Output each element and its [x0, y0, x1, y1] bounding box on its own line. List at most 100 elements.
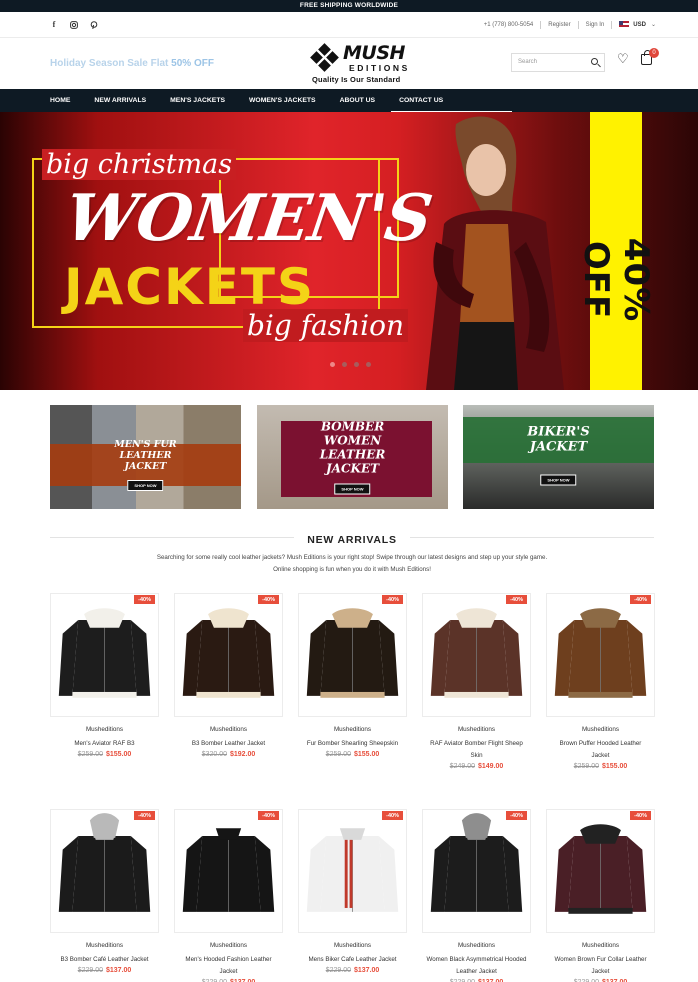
social-links: f [50, 20, 98, 29]
product-title[interactable]: Men's Hooded Fashion Leather Jacket [174, 954, 283, 978]
currency-selector[interactable]: USD ⌄ [619, 21, 656, 28]
product-jacket-image [423, 594, 530, 716]
product-image[interactable]: -40% [50, 593, 159, 717]
product-card[interactable]: -40% Musheditions Women Brown Fur Collar L… [546, 809, 655, 982]
product-title[interactable]: B3 Bomber Café Leather Jacket [50, 954, 159, 966]
pinterest-icon[interactable] [90, 20, 98, 29]
product-title[interactable]: Women Black Asymmetrical Hooded Leather … [422, 954, 531, 978]
product-card[interactable]: -40% Musheditions Fur Bomber Shearling She… [298, 593, 407, 770]
product-title[interactable]: Mens Biker Cafe Leather Jacket [298, 954, 407, 966]
discount-badge: -40% [382, 595, 403, 604]
banner-label: MEN'S FUR LEATHER JACKET SHOP NOW [98, 439, 194, 491]
sale-price: $155.00 [106, 751, 132, 758]
hero-model-image [426, 116, 564, 390]
nav-about-us[interactable]: ABOUT US [340, 89, 376, 112]
nav-new-arrivals[interactable]: NEW ARRIVALS [94, 89, 146, 112]
original-price: $259.00 [573, 763, 599, 770]
product-image[interactable]: -40% [50, 809, 159, 933]
search-icon[interactable] [591, 58, 598, 65]
currency-label: USD [633, 22, 646, 28]
product-image[interactable]: -40% [174, 593, 283, 717]
banner-bomber-women[interactable]: BOMBER WOMEN LEATHER JACKET SHOP NOW [257, 405, 448, 509]
product-vendor: Musheditions [333, 942, 372, 949]
logo-wordmark: MUSH [343, 42, 405, 64]
product-card[interactable]: -40% Musheditions Women Black Asymmetrical… [422, 809, 531, 982]
search-placeholder: Search [518, 59, 538, 65]
nav-home[interactable]: HOME [50, 89, 70, 112]
signin-link[interactable]: Sign In [586, 22, 605, 28]
shop-now-button[interactable]: SHOP NOW [127, 480, 164, 491]
product-card[interactable]: -40% Musheditions Men's Hooded Fashion Lea… [174, 809, 283, 982]
nav-mens-jackets[interactable]: MEN'S JACKETS [170, 89, 225, 112]
chevron-down-icon: ⌄ [650, 22, 656, 28]
product-card[interactable]: -40% Musheditions RAF Aviator Bomber Fligh… [422, 593, 531, 770]
slider-dot[interactable] [342, 362, 347, 367]
search-input[interactable]: Search [511, 53, 605, 72]
original-price: $229.00 [325, 967, 351, 974]
product-prices: $320.00 $192.00 [174, 751, 283, 758]
site-logo[interactable]: MUSH EDITIONS Quality Is Our Standard [309, 41, 425, 87]
product-jacket-image [51, 810, 158, 932]
product-title[interactable]: Brown Puffer Hooded Leather Jacket [546, 738, 655, 762]
divider [577, 20, 579, 29]
hero-slider[interactable]: big christmas WOMEN'S JACKETS big fashio… [0, 112, 698, 390]
phone-number[interactable]: +1 (778) 800-5054 [484, 22, 534, 28]
sale-price: $137.00 [106, 967, 132, 974]
cart-count-badge: 0 [649, 48, 659, 58]
slider-dot[interactable] [330, 362, 335, 367]
divider [540, 20, 542, 29]
promo-text: Holiday Season Sale Flat 50% OFF [50, 58, 214, 69]
hero-line-1: big christmas [42, 149, 237, 180]
product-prices: $229.00$137.00 [50, 967, 159, 974]
product-image[interactable]: -40% [422, 593, 531, 717]
product-vendor: Musheditions [209, 942, 248, 949]
product-card[interactable]: -40% Musheditions Brown Puffer Hooded Leat… [546, 593, 655, 770]
banner-label: BIKER'S JACKET SHOP NOW [511, 425, 607, 486]
banner-mens-fur[interactable]: MEN'S FUR LEATHER JACKET SHOP NOW [50, 405, 241, 509]
product-card[interactable]: -40% Musheditions Men's Aviator RAF B3 $259… [50, 593, 159, 770]
product-grid-row: -40% Musheditions Men's Aviator RAF B3 $259… [50, 593, 655, 770]
announcement-text: FREE SHIPPING WORLDWIDE [299, 2, 399, 9]
nav-womens-jackets[interactable]: WOMEN'S JACKETS [249, 89, 316, 112]
product-card[interactable]: -40% Musheditions B3 Bomber Café Leather J… [50, 809, 159, 982]
product-jacket-image [51, 594, 158, 716]
product-vendor: Musheditions [209, 726, 248, 733]
hero-line-3: JACKETS [64, 258, 316, 316]
product-image[interactable]: -40% [174, 809, 283, 933]
product-image[interactable]: -40% [298, 593, 407, 717]
original-price: $229.00 [77, 967, 103, 974]
wishlist-heart-icon[interactable]: ♡ [617, 51, 629, 67]
product-jacket-image [175, 810, 282, 932]
banner-title-2: LEATHER JACKET [119, 450, 172, 472]
product-vendor: Musheditions [457, 726, 496, 733]
instagram-icon[interactable] [70, 20, 78, 29]
facebook-icon[interactable]: f [50, 20, 58, 29]
original-price: $259.00 [325, 751, 351, 758]
register-link[interactable]: Register [548, 22, 570, 28]
product-title[interactable]: B3 Bomber Leather Jacket [174, 738, 283, 750]
nav-contact-us[interactable]: CONTACT US [391, 89, 513, 112]
section-description: Searching for some really cool leather j… [156, 554, 548, 573]
discount-badge: -40% [134, 811, 155, 820]
slider-dot[interactable] [354, 362, 359, 367]
shop-now-button[interactable]: SHOP NOW [540, 474, 577, 486]
product-card[interactable]: -40% Musheditions Mens Biker Cafe Leather … [298, 809, 407, 982]
product-title[interactable]: RAF Aviator Bomber Flight Sheep Skin [422, 738, 531, 762]
product-image[interactable]: -40% [422, 809, 531, 933]
product-card[interactable]: -40% Musheditions B3 Bomber Leather Jacket… [174, 593, 283, 770]
utility-bar: f +1 (778) 800-5054 Register Sign In USD… [0, 12, 698, 38]
product-image[interactable]: -40% [546, 809, 655, 933]
product-title[interactable]: Fur Bomber Shearling Sheepskin [298, 738, 407, 750]
discount-badge: -40% [506, 811, 527, 820]
product-image[interactable]: -40% [546, 593, 655, 717]
banner-bikers-jacket[interactable]: BIKER'S JACKET SHOP NOW [463, 405, 654, 509]
product-jacket-image [547, 810, 654, 932]
product-title[interactable]: Men's Aviator RAF B3 [50, 738, 159, 750]
product-title[interactable]: Women Brown Fur Collar Leather Jacket [546, 954, 655, 978]
original-price: $259.00 [77, 751, 103, 758]
slider-dot[interactable] [366, 362, 371, 367]
product-image[interactable]: -40% [298, 809, 407, 933]
product-prices: $259.00 $155.00 [546, 763, 655, 770]
shop-now-button[interactable]: SHOP NOW [334, 483, 371, 495]
utility-links: +1 (778) 800-5054 Register Sign In USD ⌄ [484, 20, 656, 29]
